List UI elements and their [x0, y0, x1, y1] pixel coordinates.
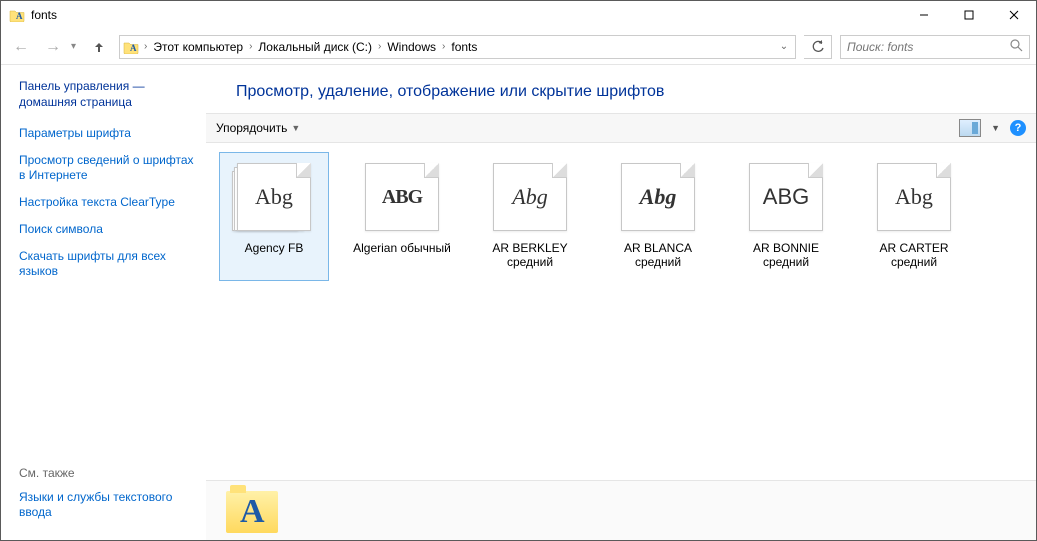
font-item[interactable]: ABG AR BONNIE средний: [732, 153, 840, 280]
font-sample: Abg: [640, 184, 677, 210]
font-label: AR CARTER средний: [862, 241, 966, 270]
folder-icon: A: [9, 8, 25, 22]
history-dropdown[interactable]: ▾: [71, 41, 83, 52]
chevron-right-icon[interactable]: ›: [376, 41, 383, 52]
back-button[interactable]: ←: [7, 33, 35, 61]
font-sample: Abg: [895, 184, 933, 210]
sidebar-link[interactable]: Поиск символа: [19, 222, 194, 237]
font-thumbnail: Abg: [618, 159, 698, 235]
font-thumbnail: ABG: [362, 159, 442, 235]
sidebar-link[interactable]: Скачать шрифты для всех языков: [19, 249, 194, 279]
body: Панель управления — домашняя страница Па…: [1, 64, 1036, 540]
refresh-button[interactable]: [804, 35, 832, 59]
titlebar: A fonts: [1, 1, 1036, 29]
font-label: AR BLANCA средний: [606, 241, 710, 270]
address-icon: A: [122, 38, 140, 56]
breadcrumb[interactable]: Windows: [383, 36, 440, 58]
search-box[interactable]: [840, 35, 1030, 59]
font-item[interactable]: Abg AR BERKLEY средний: [476, 153, 584, 280]
font-item[interactable]: ABG Algerian обычный: [348, 153, 456, 280]
search-input[interactable]: [847, 40, 1010, 54]
maximize-button[interactable]: [946, 1, 991, 29]
window-title: fonts: [31, 8, 57, 22]
font-label: AR BONNIE средний: [734, 241, 838, 270]
sidebar: Панель управления — домашняя страница Па…: [1, 65, 206, 540]
minimize-button[interactable]: [901, 1, 946, 29]
font-label: Agency FB: [245, 241, 304, 255]
breadcrumb[interactable]: Этот компьютер: [149, 36, 247, 58]
font-sample: Abg: [255, 184, 293, 210]
sidebar-link[interactable]: Параметры шрифта: [19, 126, 194, 141]
sidebar-link[interactable]: Просмотр сведений о шрифтах в Интернете: [19, 153, 194, 183]
svg-text:A: A: [16, 11, 23, 21]
search-icon: [1010, 39, 1023, 55]
sidebar-link[interactable]: Языки и службы текстового ввода: [19, 490, 194, 520]
cp-home-link[interactable]: Панель управления — домашняя страница: [19, 79, 194, 110]
help-button[interactable]: ?: [1010, 120, 1026, 136]
address-bar[interactable]: A › Этот компьютер › Локальный диск (C:)…: [119, 35, 796, 59]
details-pane: A: [206, 480, 1036, 540]
sidebar-link[interactable]: Настройка текста ClearType: [19, 195, 194, 210]
font-item[interactable]: Abg AR CARTER средний: [860, 153, 968, 280]
svg-text:A: A: [130, 43, 137, 53]
font-label: Algerian обычный: [353, 241, 451, 255]
toolbar: Упорядочить ▼ ▼ ?: [206, 113, 1036, 143]
font-label: AR BERKLEY средний: [478, 241, 582, 270]
navigation-bar: ← → ▾ A › Этот компьютер › Локальный дис…: [1, 29, 1036, 64]
font-grid: Abg Agency FB ABG Algerian обычный Abg AR BER…: [206, 143, 1036, 480]
organize-label: Упорядочить: [216, 121, 287, 135]
font-sample: ABG: [382, 186, 422, 209]
close-button[interactable]: [991, 1, 1036, 29]
address-dropdown[interactable]: ⌄: [775, 41, 793, 52]
breadcrumb[interactable]: Локальный диск (C:): [254, 36, 376, 58]
see-also-label: См. также: [19, 466, 194, 480]
font-thumbnail: ABG: [746, 159, 826, 235]
up-button[interactable]: [87, 35, 111, 59]
chevron-down-icon: ▼: [291, 123, 300, 133]
folder-preview-icon: A: [226, 487, 282, 535]
forward-button[interactable]: →: [39, 33, 67, 61]
font-sample: Abg: [512, 184, 547, 210]
font-item[interactable]: Abg AR BLANCA средний: [604, 153, 712, 280]
font-thumbnail: Abg: [490, 159, 570, 235]
font-sample: ABG: [763, 184, 809, 210]
font-thumbnail: Abg: [234, 159, 314, 235]
explorer-window: A fonts ← → ▾ A: [0, 0, 1037, 541]
view-mode-button[interactable]: [959, 119, 981, 137]
chevron-right-icon[interactable]: ›: [440, 41, 447, 52]
organize-button[interactable]: Упорядочить ▼: [216, 121, 300, 135]
window-controls: [901, 1, 1036, 29]
page-title: Просмотр, удаление, отображение или скры…: [206, 65, 1036, 113]
chevron-right-icon[interactable]: ›: [247, 41, 254, 52]
main-pane: Просмотр, удаление, отображение или скры…: [206, 65, 1036, 540]
font-thumbnail: Abg: [874, 159, 954, 235]
view-dropdown[interactable]: ▼: [991, 123, 1000, 133]
chevron-right-icon[interactable]: ›: [142, 41, 149, 52]
breadcrumb[interactable]: fonts: [447, 36, 481, 58]
font-item[interactable]: Abg Agency FB: [220, 153, 328, 280]
